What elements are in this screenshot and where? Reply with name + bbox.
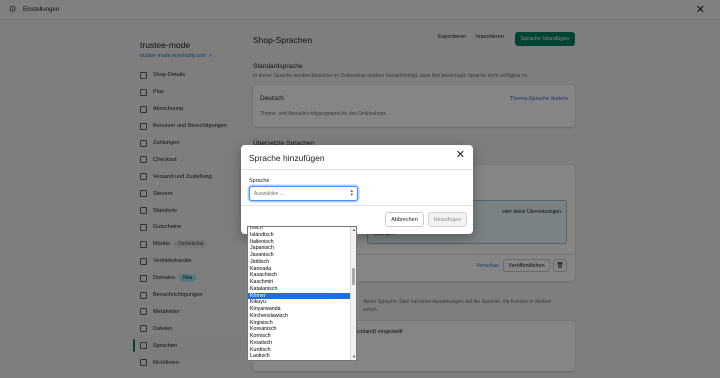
dropdown-option[interactable]: Kasachisch [248, 272, 351, 279]
scrollbar-thumb[interactable] [352, 268, 355, 285]
close-icon[interactable]: ✕ [456, 150, 465, 161]
dropdown-option[interactable]: Italienisch [248, 239, 351, 246]
dropdown-option[interactable]: Kinyarwanda [248, 306, 351, 313]
modal-title: Sprache hinzufügen [249, 153, 325, 163]
dropdown-option[interactable]: Kannada [248, 266, 351, 273]
dropdown-option[interactable]: Isländisch [248, 232, 351, 239]
language-select-value: Auswählen ... [254, 190, 285, 197]
language-dropdown-list[interactable]: Irisch Isländisch Italienisch Japanisch Java… [247, 226, 357, 361]
cancel-button[interactable]: Abbrechen [385, 212, 424, 227]
language-field-label: Sprache [249, 178, 270, 184]
dropdown-option[interactable]: Kirchenslawisch [248, 313, 351, 320]
dropdown-options: Irisch Isländisch Italienisch Japanisch Java… [248, 227, 351, 360]
dropdown-option[interactable]: Japanisch [248, 245, 351, 252]
select-arrows-icon: ▴ ▾ [350, 188, 353, 198]
dropdown-option[interactable]: Koreanisch [248, 326, 351, 333]
modal-divider [241, 205, 473, 206]
dropdown-option[interactable]: Kroatisch [248, 340, 351, 347]
language-select[interactable]: Auswählen ... ▴ ▾ [249, 186, 358, 201]
scroll-down-icon[interactable]: ▼ [351, 354, 356, 360]
dropdown-option[interactable]: Kaschmiri [248, 279, 351, 286]
dropdown-option[interactable]: Jiddisch [248, 259, 351, 266]
dropdown-option[interactable]: Kikuyu [248, 299, 351, 306]
add-button[interactable]: Hinzufügen [428, 212, 467, 227]
add-language-modal: Sprache hinzufügen ✕ Sprache Auswählen .… [241, 145, 473, 234]
dropdown-option[interactable]: Khmer [248, 292, 351, 300]
dropdown-scrollbar[interactable]: ▲ ▼ [350, 227, 356, 360]
dropdown-option[interactable]: Laotisch [248, 353, 351, 360]
dropdown-option[interactable]: Kirgisisch [248, 320, 351, 327]
dropdown-option[interactable]: Javanisch [248, 252, 351, 259]
dropdown-option[interactable]: Kornisch [248, 333, 351, 340]
modal-divider [241, 169, 473, 170]
scroll-up-icon[interactable]: ▲ [351, 227, 356, 233]
dropdown-option[interactable]: Kurdisch [248, 347, 351, 354]
dropdown-option[interactable]: Katalanisch [248, 286, 351, 293]
